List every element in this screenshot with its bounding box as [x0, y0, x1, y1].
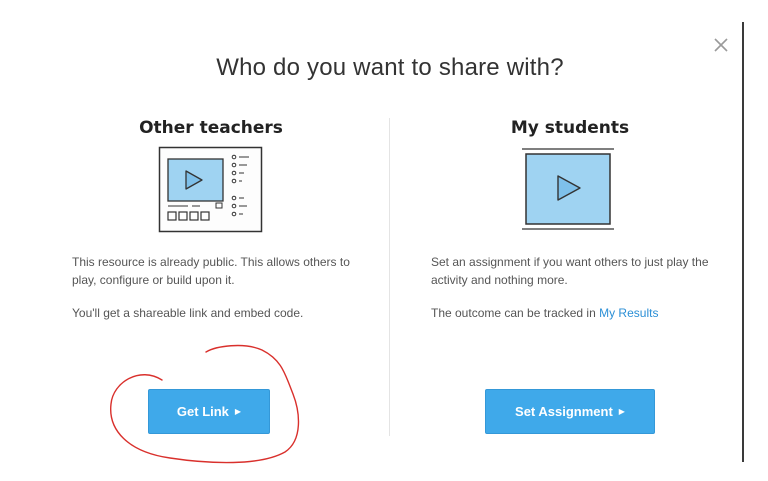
- video-player-icon: [522, 148, 614, 230]
- set-assignment-button[interactable]: Set Assignment ▶: [485, 389, 655, 434]
- students-description-2: The outcome can be tracked in My Results: [431, 304, 731, 322]
- teachers-description-2: You'll get a shareable link and embed co…: [72, 306, 304, 320]
- my-results-link[interactable]: My Results: [599, 306, 658, 320]
- set-assignment-label: Set Assignment: [515, 404, 613, 419]
- get-link-button[interactable]: Get Link ▶: [148, 389, 270, 434]
- teachers-description-1: This resource is already public. This al…: [72, 255, 350, 287]
- students-heading: My students: [510, 118, 630, 138]
- triangle-right-icon: ▶: [618, 407, 625, 416]
- students-description-1: Set an assignment if you want others to …: [431, 255, 709, 287]
- teachers-description: This resource is already public. This al…: [72, 253, 372, 337]
- share-option-teachers: Other teachers This resource is already …: [56, 0, 366, 481]
- get-link-label: Get Link: [176, 404, 229, 419]
- students-description-2-text: The outcome can be tracked in: [431, 306, 600, 320]
- share-option-students: My students Set an assignment if you wan…: [415, 0, 725, 481]
- students-description: Set an assignment if you want others to …: [431, 253, 731, 337]
- resource-page-icon: [158, 146, 263, 233]
- modal-border: [742, 22, 744, 462]
- column-divider: [389, 118, 390, 436]
- triangle-right-icon: ▶: [234, 407, 242, 416]
- teachers-heading: Other teachers: [139, 118, 283, 138]
